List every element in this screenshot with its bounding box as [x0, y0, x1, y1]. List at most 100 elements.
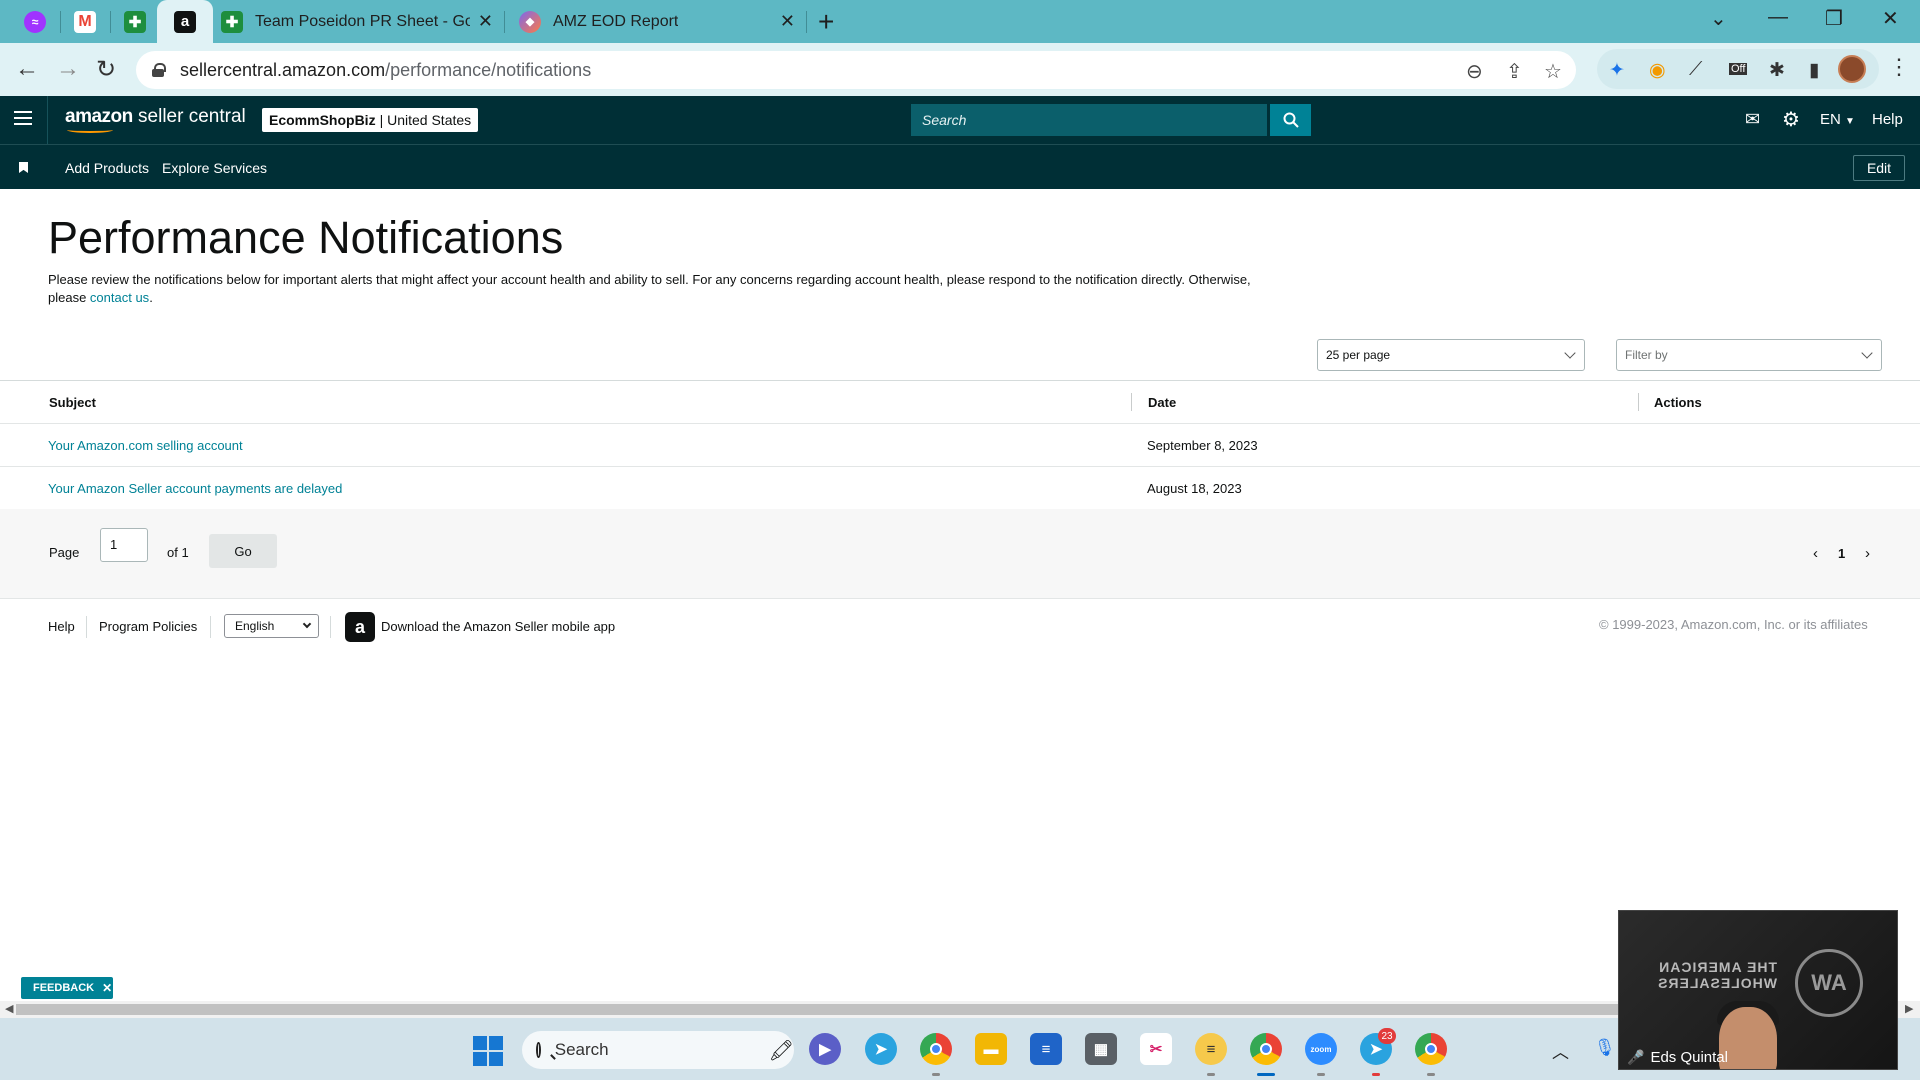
- chevron-down-icon: [1861, 347, 1873, 359]
- profile-avatar[interactable]: [1838, 55, 1866, 83]
- amazon-seller-app-icon[interactable]: a: [345, 612, 375, 642]
- tab-google-sheets[interactable]: ✚: [110, 0, 160, 43]
- running-indicator: [1207, 1073, 1215, 1076]
- tab-amazon-active[interactable]: a: [157, 0, 213, 43]
- scrollbar-thumb[interactable]: [16, 1004, 1626, 1015]
- lock-icon[interactable]: [152, 63, 166, 77]
- tab-amz-eod-report[interactable]: ◆ AMZ EOD Report ✕: [505, 0, 805, 43]
- close-window-button[interactable]: ✕: [1882, 6, 1899, 31]
- extension-off-badge[interactable]: Off: [1729, 63, 1748, 75]
- chrome-profile-icon[interactable]: [1250, 1033, 1282, 1065]
- per-page-select[interactable]: 25 per page: [1317, 339, 1585, 371]
- feedback-button[interactable]: FEEDBACK ✕: [21, 977, 113, 999]
- back-button[interactable]: ←: [15, 55, 39, 83]
- scroll-left-icon[interactable]: ◀: [5, 1002, 13, 1015]
- search-button[interactable]: [1270, 104, 1311, 136]
- notepad-icon[interactable]: ≡: [1030, 1033, 1062, 1065]
- muted-microphone-icon: 🎤: [1627, 1048, 1645, 1065]
- hamburger-menu-icon[interactable]: [14, 111, 32, 125]
- contact-us-link[interactable]: contact us: [90, 290, 149, 305]
- chrome-icon[interactable]: [1415, 1033, 1447, 1065]
- app-icon[interactable]: ≡: [1195, 1033, 1227, 1065]
- tab-gmail[interactable]: M: [60, 0, 110, 43]
- close-tab-icon[interactable]: ✕: [780, 11, 795, 32]
- taskbar-search[interactable]: Search 🖍: [522, 1031, 794, 1069]
- page-number-input[interactable]: 1: [100, 528, 148, 562]
- filter-by-select[interactable]: Filter by: [1616, 339, 1882, 371]
- calculator-icon[interactable]: ▦: [1085, 1033, 1117, 1065]
- amazon-seller-central-logo[interactable]: amazon seller central: [65, 106, 246, 133]
- google-sheets-icon: ✚: [124, 10, 146, 33]
- bookmark-icon[interactable]: [19, 162, 28, 173]
- participant-name: Eds Quintal: [1650, 1048, 1728, 1066]
- logo-product: seller central: [138, 106, 246, 127]
- footer-divider: [210, 616, 211, 638]
- explore-services-link[interactable]: Explore Services: [162, 160, 267, 176]
- footer-language-select[interactable]: English: [224, 614, 319, 638]
- scroll-right-icon[interactable]: ▶: [1905, 1002, 1913, 1015]
- current-page-number[interactable]: 1: [1838, 546, 1845, 561]
- teams-icon[interactable]: ▶: [809, 1033, 841, 1065]
- browser-menu-icon[interactable]: ⋮: [1888, 54, 1910, 80]
- notification-subject-link[interactable]: Your Amazon Seller account payments are …: [48, 481, 342, 496]
- google-sheets-icon: ✚: [221, 10, 243, 33]
- search-icon: [1283, 112, 1299, 128]
- language-selector[interactable]: EN ▼: [1820, 111, 1855, 128]
- url-text[interactable]: sellercentral.amazon.com/performance/not…: [180, 60, 591, 81]
- help-link[interactable]: Help: [1872, 111, 1903, 128]
- column-header-subject[interactable]: Subject: [49, 395, 96, 410]
- forward-button[interactable]: →: [56, 55, 80, 83]
- column-divider: [1131, 393, 1132, 411]
- caret-down-icon: ▼: [1845, 116, 1855, 127]
- zoom-icon[interactable]: ⊖: [1466, 59, 1483, 84]
- next-page-icon[interactable]: ›: [1865, 545, 1870, 562]
- reload-button[interactable]: ↻: [96, 55, 116, 84]
- logo-brand: amazon: [65, 106, 133, 127]
- page-footer: Help Program Policies English a Download…: [0, 600, 1920, 650]
- table-header: Subject Date Actions: [0, 381, 1920, 424]
- maximize-button[interactable]: ❐: [1825, 6, 1843, 31]
- extension-icon[interactable]: ◉: [1649, 59, 1666, 82]
- edit-bookmarks-button[interactable]: Edit: [1853, 155, 1905, 181]
- telegram-icon[interactable]: ➤: [865, 1033, 897, 1065]
- column-header-date[interactable]: Date: [1148, 395, 1176, 410]
- program-policies-link[interactable]: Program Policies: [99, 619, 197, 634]
- chrome-icon[interactable]: [920, 1033, 952, 1065]
- mail-icon[interactable]: ✉: [1745, 109, 1760, 130]
- previous-page-icon[interactable]: ‹: [1813, 545, 1818, 562]
- microphone-icon[interactable]: 🎙: [1594, 1038, 1616, 1058]
- snipping-tool-icon[interactable]: ✂: [1140, 1033, 1172, 1065]
- extension-icon[interactable]: ⟋: [1689, 59, 1702, 81]
- file-explorer-icon[interactable]: ▬: [975, 1033, 1007, 1065]
- address-bar[interactable]: sellercentral.amazon.com/performance/not…: [136, 51, 1576, 89]
- close-tab-icon[interactable]: ✕: [478, 11, 493, 32]
- add-products-link[interactable]: Add Products: [65, 160, 149, 176]
- minimize-button[interactable]: —: [1768, 6, 1788, 29]
- tab-team-poseidon[interactable]: ✚ Team Poseidon PR Sheet - Goog ✕: [213, 0, 503, 43]
- zoom-icon[interactable]: zoom: [1305, 1033, 1337, 1065]
- running-indicator: [932, 1073, 940, 1076]
- footer-help-link[interactable]: Help: [48, 619, 75, 634]
- new-tab-button[interactable]: +: [818, 6, 834, 38]
- bookmark-star-icon[interactable]: ☆: [1544, 59, 1562, 84]
- windows-start-icon[interactable]: [473, 1036, 503, 1066]
- tab-messenger[interactable]: ≈: [10, 0, 60, 43]
- gmail-icon: M: [74, 10, 96, 33]
- extension-icon[interactable]: ✦: [1609, 59, 1625, 82]
- table-row: Your Amazon.com selling account Septembe…: [0, 424, 1920, 467]
- store-switcher[interactable]: EcommShopBiz | United States: [262, 108, 479, 132]
- side-panel-icon[interactable]: ▮: [1809, 59, 1819, 82]
- wholesalers-emblem-icon: AW: [1795, 949, 1863, 1017]
- extensions-puzzle-icon[interactable]: ✱: [1769, 59, 1785, 82]
- download-app-link[interactable]: Download the Amazon Seller mobile app: [381, 619, 615, 634]
- footer-divider: [86, 616, 87, 638]
- search-input[interactable]: [911, 112, 1231, 128]
- show-hidden-icons-chevron[interactable]: ︿: [1552, 1038, 1569, 1063]
- settings-gear-icon[interactable]: ⚙: [1782, 107, 1800, 132]
- go-button[interactable]: Go: [209, 534, 277, 568]
- notification-subject-link[interactable]: Your Amazon.com selling account: [48, 438, 243, 453]
- share-icon[interactable]: ⇪: [1506, 59, 1523, 84]
- close-feedback-icon[interactable]: ✕: [102, 981, 112, 995]
- tab-search-chevron-icon[interactable]: ⌄: [1710, 6, 1727, 31]
- video-call-preview[interactable]: THE AMERICAN WHOLESALERS AW 🎤 Eds Quinta…: [1618, 910, 1898, 1070]
